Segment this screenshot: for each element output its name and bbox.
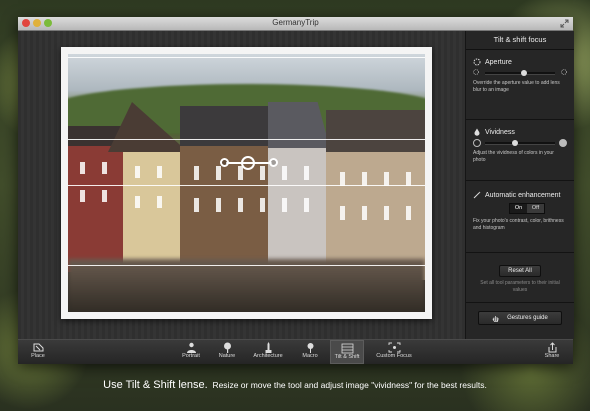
place-button[interactable]: Place: [26, 340, 50, 364]
portrait-icon: [186, 342, 196, 353]
magic-wand-icon: [473, 191, 481, 199]
tilt-shift-icon: [341, 343, 353, 354]
building: [123, 152, 183, 272]
focus-icon: [388, 342, 400, 353]
tool-label: Nature: [218, 353, 236, 359]
auto-enhance-section: Automatic enhancement On Off Fix your ph…: [466, 181, 574, 253]
small-aperture-icon: [473, 69, 479, 75]
tool-label: Architecture: [253, 353, 283, 359]
gestures-guide-label: Gestures guide: [507, 315, 548, 321]
app-window: GermanyTrip Tilt & shift focus Aperture …: [18, 17, 574, 364]
share-icon: [548, 342, 556, 353]
share-label: Share: [544, 353, 560, 359]
high-vividness-icon: [559, 139, 567, 147]
tilt-shift-handle[interactable]: [220, 156, 278, 170]
photo[interactable]: [68, 54, 425, 312]
aperture-description: Override the aperture value to add lens …: [473, 80, 560, 93]
tool-label: Macro: [302, 353, 318, 359]
statue-icon: [265, 342, 271, 353]
fullscreen-icon[interactable]: [560, 19, 569, 28]
title-bar: GermanyTrip: [18, 17, 573, 31]
tool-tilt-shift[interactable]: Tilt & Shift: [330, 340, 364, 364]
aperture-slider[interactable]: [473, 69, 567, 77]
share-button[interactable]: Share: [540, 340, 564, 364]
focus-bottom-line: [68, 185, 425, 186]
tool-label: Custom Focus: [376, 353, 412, 359]
vividness-slider[interactable]: [473, 139, 567, 147]
auto-enhance-label: Automatic enhancement: [485, 191, 561, 199]
toggle-on[interactable]: On: [510, 204, 527, 213]
toggle-off[interactable]: Off: [527, 204, 544, 213]
center-move-handle[interactable]: [241, 156, 255, 170]
roof: [326, 110, 425, 152]
tool-portrait[interactable]: Portrait: [178, 340, 204, 364]
rotate-handle-right[interactable]: [269, 158, 278, 167]
photo-frame: [61, 47, 432, 319]
flower-icon: [307, 343, 313, 353]
tool-label: Portrait: [182, 353, 200, 359]
vividness-section: Vividness Adjust the vividness of colors…: [466, 120, 574, 181]
gestures-guide-button[interactable]: Gestures guide: [478, 311, 562, 325]
reset-description: Set all tool parameters to their initial…: [480, 280, 560, 293]
vividness-icon: [474, 128, 480, 136]
place-label: Place: [31, 353, 45, 359]
caption-lead: Use Tilt & Shift lense.: [103, 379, 208, 391]
tool-nature[interactable]: Nature: [215, 340, 239, 364]
tool-architecture[interactable]: Architecture: [250, 340, 286, 364]
tool-custom-focus[interactable]: Custom Focus: [374, 340, 414, 364]
auto-enhance-description: Fix your photo's contrast, color, brithn…: [473, 218, 564, 231]
tool-panel: Tilt & shift focus Aperture Override the…: [465, 31, 574, 339]
street: [68, 259, 425, 312]
panel-title: Tilt & shift focus: [466, 31, 574, 50]
bottom-toolbar: Place Portrait Nature Architecture Macro…: [18, 339, 573, 364]
window-title: GermanyTrip: [272, 18, 319, 27]
auto-enhance-toggle[interactable]: On Off: [509, 203, 545, 214]
low-vividness-icon: [473, 139, 481, 147]
building: [68, 142, 128, 272]
roof: [180, 106, 280, 146]
tool-label: Tilt & Shift: [334, 354, 360, 360]
vividness-slider-knob[interactable]: [512, 140, 519, 146]
caption-rest: Resize or move the tool and adjust image…: [212, 380, 487, 390]
caption: Use Tilt & Shift lense. Resize or move t…: [0, 379, 590, 391]
hand-icon: [492, 316, 499, 322]
focus-top-line: [68, 139, 425, 140]
vividness-description: Adjust the vividness of colors in your p…: [473, 150, 554, 163]
reset-all-button[interactable]: Reset All: [499, 265, 541, 277]
blur-top-line: [68, 57, 425, 58]
editing-canvas: [18, 31, 465, 339]
rotate-handle-left[interactable]: [220, 158, 229, 167]
tree-icon: [223, 342, 231, 353]
vividness-label: Vividness: [485, 128, 515, 136]
large-aperture-icon: [561, 69, 567, 75]
reset-section: Reset All Set all tool parameters to the…: [466, 253, 574, 303]
aperture-slider-knob[interactable]: [520, 70, 527, 76]
aperture-label: Aperture: [485, 58, 512, 66]
aperture-section: Aperture Override the aperture value to …: [466, 50, 574, 120]
place-icon: [33, 343, 43, 352]
aperture-icon: [473, 58, 481, 66]
blur-bottom-line: [68, 265, 425, 266]
tool-macro[interactable]: Macro: [298, 340, 322, 364]
gestures-section: Gestures guide: [466, 311, 574, 325]
